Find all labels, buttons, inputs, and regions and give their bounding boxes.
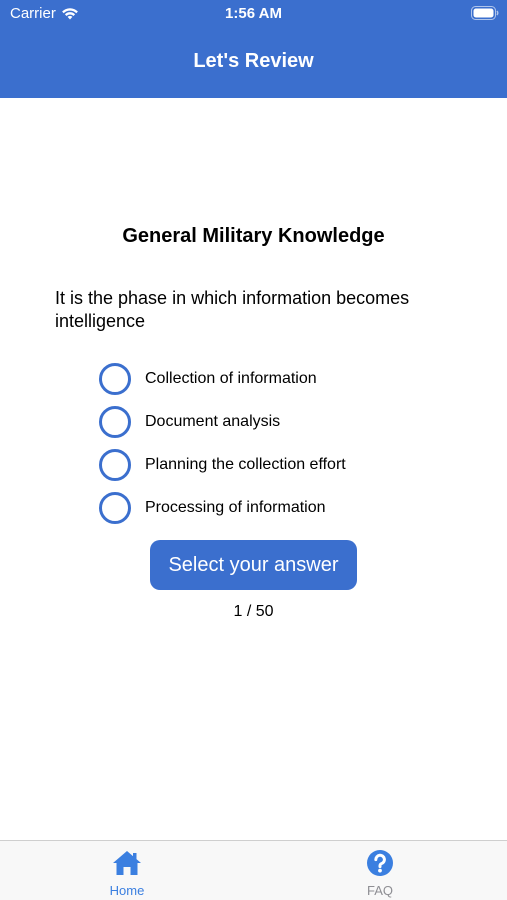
category-title: General Military Knowledge [122, 225, 385, 247]
answer-option-label: Collection of information [145, 369, 317, 387]
answer-options: Collection of information Document analy… [99, 357, 459, 529]
radio-button[interactable] [99, 448, 131, 481]
tab-bar: Home FAQ [0, 840, 507, 900]
answer-option[interactable]: Planning the collection effort [99, 443, 459, 486]
header: Carrier 1:56 AM Let's Review [0, 0, 507, 98]
tab-faq-label: FAQ [366, 883, 393, 898]
answer-option-label: Processing of information [145, 498, 326, 516]
home-icon [111, 849, 143, 877]
page-title: Let's Review [193, 50, 314, 72]
answer-option-label: Planning the collection effort [145, 455, 346, 473]
question-circle-icon [364, 849, 396, 877]
tab-faq[interactable]: FAQ [330, 841, 430, 900]
select-answer-button[interactable]: Select your answer [150, 540, 357, 590]
question-text: It is the phase in which information bec… [55, 288, 410, 331]
radio-button[interactable] [99, 362, 131, 395]
answer-option[interactable]: Processing of information [99, 486, 459, 529]
radio-button[interactable] [99, 491, 131, 524]
radio-button[interactable] [99, 405, 131, 438]
progress-counter: 1 / 50 [233, 603, 274, 620]
status-bar: Carrier 1:56 AM [0, 0, 507, 28]
battery-icon [471, 6, 499, 20]
answer-option[interactable]: Document analysis [99, 400, 459, 443]
quiz-screen: Carrier 1:56 AM Let's Review General Mil… [0, 0, 507, 900]
answer-option[interactable]: Collection of information [99, 357, 459, 400]
tab-home[interactable]: Home [77, 841, 177, 900]
answer-option-label: Document analysis [145, 412, 281, 430]
tab-home-label: Home [109, 883, 145, 898]
status-time: 1:56 AM [225, 5, 282, 22]
